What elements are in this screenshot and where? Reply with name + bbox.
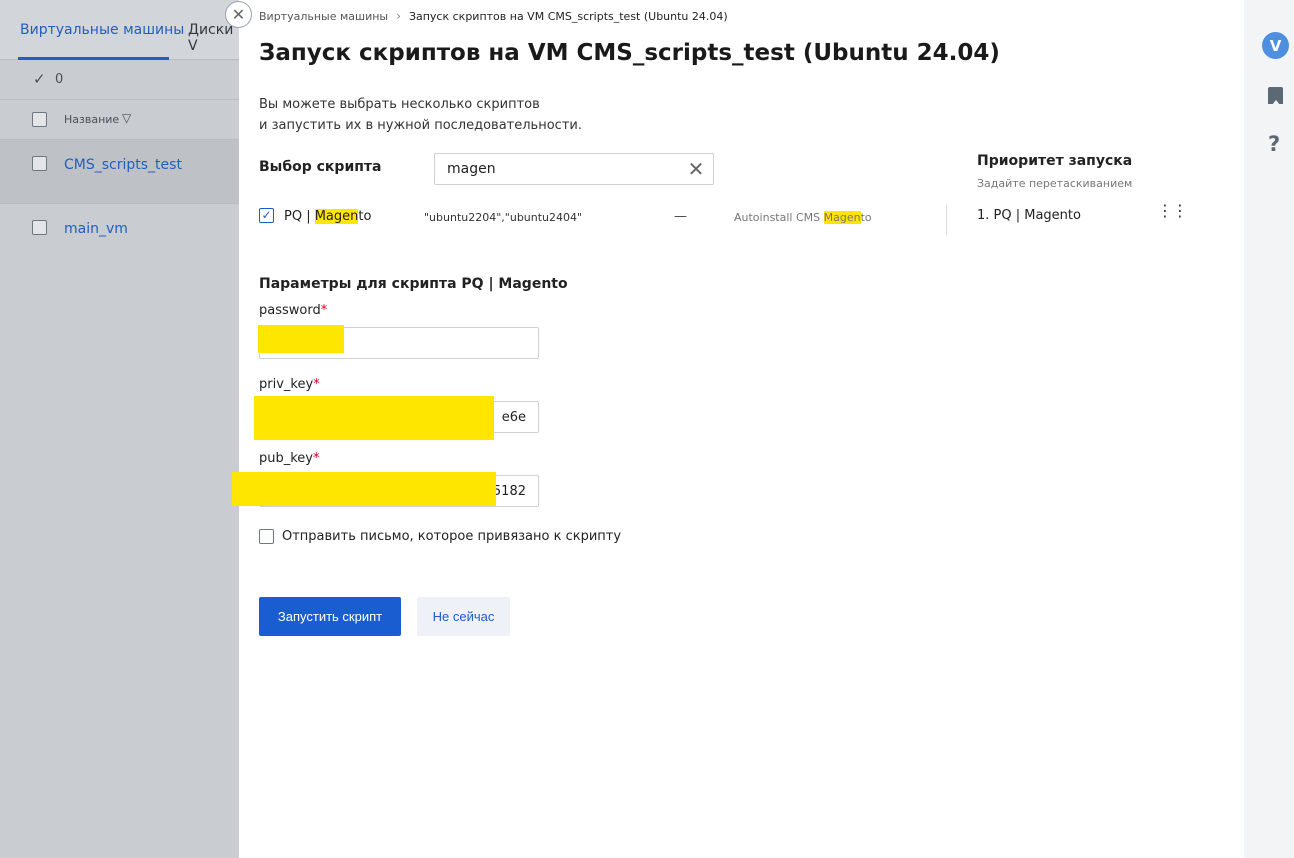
priv-key-label-text: priv_key <box>259 377 314 392</box>
row-checkbox[interactable] <box>32 156 47 171</box>
tab-virtual-machines[interactable]: Виртуальные машины <box>20 22 184 38</box>
column-name-header[interactable]: Название <box>64 113 119 126</box>
password-label-text: password <box>259 303 321 318</box>
run-script-button[interactable]: Запустить скрипт <box>259 597 401 636</box>
pub-key-label-text: pub_key <box>259 451 313 466</box>
breadcrumb-current: Запуск скриптов на VM CMS_scripts_test (… <box>408 9 728 23</box>
priority-item[interactable]: 1. PQ | Magento <box>977 208 1081 223</box>
redaction-mark <box>258 325 344 353</box>
table-row[interactable]: main_vm <box>0 204 240 254</box>
run-scripts-modal: Виртуальные машины › Запуск скриптов на … <box>232 0 1244 858</box>
redaction-mark <box>254 396 494 440</box>
chevron-right-icon: › <box>396 9 401 23</box>
drag-handle-icon[interactable]: ⋮⋮ <box>1157 203 1188 219</box>
table-header: Название ▽ <box>0 100 240 140</box>
send-mail-checkbox[interactable] <box>259 529 274 544</box>
pub-key-label: pub_key* <box>259 451 320 466</box>
script-desc-match: Magen <box>823 211 861 224</box>
script-name: PQ | Magento <box>284 209 371 224</box>
selected-count: 0 <box>55 72 64 87</box>
vm-link[interactable]: main_vm <box>64 221 128 237</box>
send-mail-label[interactable]: Отправить письмо, которое привязано к ск… <box>282 529 621 544</box>
script-name-match: Magen <box>314 209 359 224</box>
script-list-item[interactable]: ✓ PQ | Magento "ubuntu2204","ubuntu2404"… <box>259 205 949 235</box>
script-checkbox[interactable]: ✓ <box>259 208 274 223</box>
search-value: magen <box>447 161 496 177</box>
filter-icon[interactable]: ▽ <box>122 111 131 125</box>
script-select-label: Выбор скрипта <box>259 159 382 175</box>
script-desc-prefix: Autoinstall CMS <box>734 211 824 224</box>
script-os: "ubuntu2204","ubuntu2404" <box>424 211 583 224</box>
script-description: Autoinstall CMS Magento <box>734 211 872 224</box>
check-icon: ✓ <box>33 70 46 88</box>
background-tabs: Виртуальные машины Диски V <box>0 0 240 60</box>
bookmark-icon[interactable] <box>1268 87 1283 105</box>
required-mark: * <box>313 377 320 392</box>
priv-key-label: priv_key* <box>259 377 320 392</box>
vm-link[interactable]: CMS_scripts_test <box>64 157 182 173</box>
script-desc-suffix: to <box>860 211 872 224</box>
script-search-input[interactable]: magen ✕ <box>434 153 714 185</box>
priority-subtitle: Задайте перетаскиванием <box>977 177 1133 190</box>
right-rail: V ? <box>1244 0 1294 858</box>
selection-bar: ✓ 0 <box>0 60 240 100</box>
page-title: Запуск скриптов на VM CMS_scripts_test (… <box>259 40 1000 66</box>
select-all-checkbox[interactable] <box>32 112 47 127</box>
description-line-1: Вы можете выбрать несколько скриптов <box>259 97 540 112</box>
description-line-2: и запустить их в нужной последовательнос… <box>259 118 582 133</box>
priv-key-value: e6e <box>501 409 526 425</box>
row-checkbox[interactable] <box>32 220 47 235</box>
required-mark: * <box>313 451 320 466</box>
table-row[interactable]: CMS_scripts_test <box>0 140 240 204</box>
priority-title: Приоритет запуска <box>977 153 1133 169</box>
breadcrumb: Виртуальные машины › Запуск скриптов на … <box>259 9 728 23</box>
required-mark: * <box>320 303 328 318</box>
script-version: — <box>674 209 687 224</box>
help-icon[interactable]: ? <box>1268 132 1280 156</box>
password-label: password* <box>259 303 327 318</box>
close-icon: ✕ <box>231 5 246 24</box>
not-now-button[interactable]: Не сейчас <box>417 597 510 636</box>
pub-key-value: 5182 <box>492 483 526 499</box>
breadcrumb-root[interactable]: Виртуальные машины <box>259 10 388 23</box>
column-divider <box>946 205 947 235</box>
redaction-mark <box>232 472 496 506</box>
description: Вы можете выбрать несколько скриптов и з… <box>259 94 659 136</box>
script-name-prefix: PQ | <box>284 209 315 224</box>
clear-search-icon[interactable]: ✕ <box>687 159 705 179</box>
background-page: Виртуальные машины Диски V ✓ 0 Название … <box>0 0 240 858</box>
params-title: Параметры для скрипта PQ | Magento <box>259 276 568 292</box>
avatar[interactable]: V <box>1262 32 1289 59</box>
close-modal-button[interactable]: ✕ <box>225 1 252 28</box>
script-name-suffix: to <box>358 209 372 224</box>
